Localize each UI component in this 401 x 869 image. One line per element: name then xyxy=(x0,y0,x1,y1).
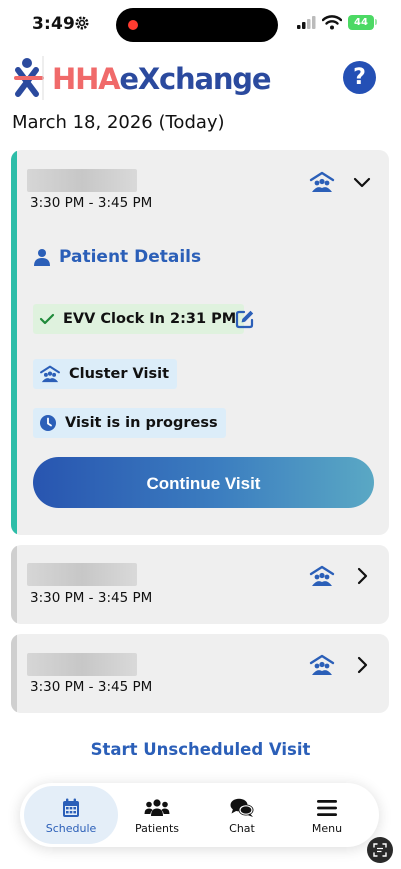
battery-indicator: 44 xyxy=(348,15,374,30)
visit-card[interactable]: 3:30 PM - 3:45 PM xyxy=(11,545,389,624)
nav-chat-label: Chat xyxy=(229,822,255,835)
cluster-visit-icon xyxy=(309,654,335,675)
app-logo-text: HHAeXchange xyxy=(52,62,271,96)
status-bar: 3:49 44 xyxy=(0,0,401,48)
continue-visit-button[interactable]: Continue Visit xyxy=(33,457,374,508)
chevron-right-icon[interactable] xyxy=(351,654,373,676)
person-icon xyxy=(34,249,50,266)
nav-chat[interactable]: Chat xyxy=(197,786,287,844)
checkmark-icon xyxy=(39,313,55,325)
evv-clock-in-chip: EVV Clock In 2:31 PM xyxy=(33,304,245,334)
chat-icon xyxy=(230,798,254,817)
nav-menu[interactable]: Menu xyxy=(282,786,372,844)
dynamic-island xyxy=(116,8,278,42)
nav-schedule-label: Schedule xyxy=(45,822,97,835)
nav-patients-label: Patients xyxy=(134,822,180,835)
cellular-signal-icon xyxy=(297,16,316,29)
cluster-visit-chip: Cluster Visit xyxy=(33,359,177,389)
clock-icon xyxy=(40,415,56,431)
patient-name-redacted xyxy=(27,563,137,586)
patient-name-redacted xyxy=(27,169,137,192)
help-button[interactable]: ? xyxy=(343,61,376,94)
evv-clock-in-text: EVV Clock In 2:31 PM xyxy=(63,311,237,327)
cluster-visit-icon xyxy=(309,171,335,192)
chevron-right-icon[interactable] xyxy=(351,565,373,587)
visit-card-accent xyxy=(11,545,17,624)
bottom-navigation: Schedule Patients Chat Menu xyxy=(20,783,379,847)
calendar-icon xyxy=(63,798,79,817)
logo-exchange: eXchange xyxy=(119,62,271,96)
visit-time: 3:30 PM - 3:45 PM xyxy=(30,195,153,211)
patient-details-link[interactable]: Patient Details xyxy=(33,247,201,267)
patient-details-label: Patient Details xyxy=(59,247,202,267)
patient-name-redacted xyxy=(27,653,137,676)
nav-menu-label: Menu xyxy=(311,822,343,835)
nav-patients[interactable]: Patients xyxy=(112,786,202,844)
visit-card-accent xyxy=(11,634,17,713)
cluster-visit-icon xyxy=(40,365,60,383)
hhaexchange-logo-icon xyxy=(14,56,44,100)
start-unscheduled-visit-link[interactable]: Start Unscheduled Visit xyxy=(0,740,401,759)
visit-card-accent xyxy=(11,150,17,535)
settings-gear-icon xyxy=(75,16,89,30)
screen-scan-button[interactable] xyxy=(367,837,393,863)
visit-card[interactable]: 3:30 PM - 3:45 PM xyxy=(11,634,389,713)
app-header: HHAeXchange ? xyxy=(0,52,401,106)
people-icon xyxy=(144,799,170,816)
scan-text-icon xyxy=(373,843,387,857)
status-time: 3:49 xyxy=(32,14,76,34)
nav-schedule[interactable]: Schedule xyxy=(24,786,118,844)
visit-status-text: Visit is in progress xyxy=(65,415,218,431)
cluster-visit-icon xyxy=(309,565,335,586)
schedule-date-heading: March 18, 2026 (Today) xyxy=(12,112,225,133)
visit-time: 3:30 PM - 3:45 PM xyxy=(30,590,153,606)
visit-status-chip: Visit is in progress xyxy=(33,408,226,438)
visit-time: 3:30 PM - 3:45 PM xyxy=(30,679,153,695)
cluster-visit-text: Cluster Visit xyxy=(69,366,169,382)
wifi-icon xyxy=(322,15,342,30)
visit-card-expanded[interactable]: 3:30 PM - 3:45 PM Patient Details EVV Cl… xyxy=(11,150,389,535)
logo-hha: HHA xyxy=(52,62,121,96)
hamburger-menu-icon xyxy=(317,800,337,816)
battery-cap xyxy=(375,19,377,25)
recording-indicator-icon xyxy=(128,20,138,30)
chevron-down-icon[interactable] xyxy=(351,171,373,193)
edit-pencil-icon[interactable] xyxy=(235,309,255,329)
